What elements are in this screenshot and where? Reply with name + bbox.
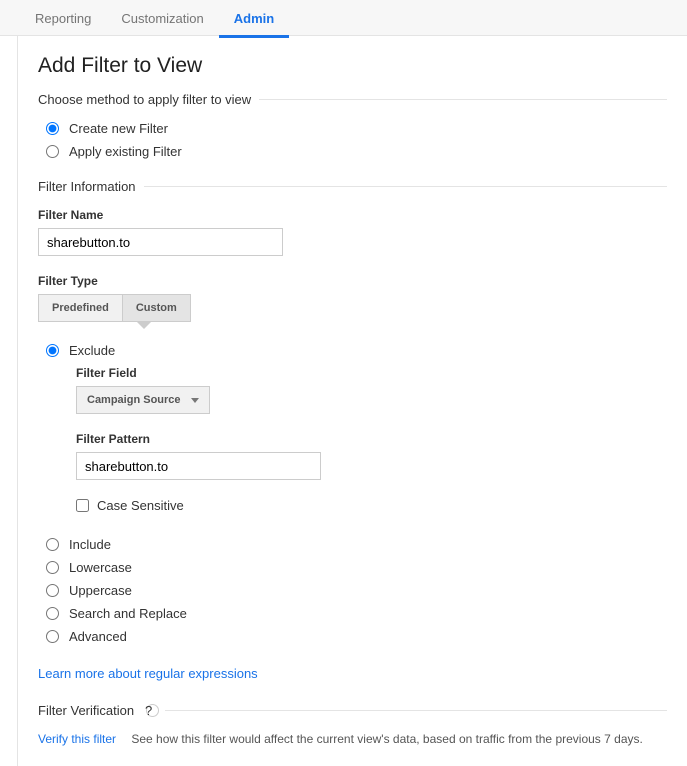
radio-create-new[interactable] (46, 122, 59, 135)
checkbox-case-sensitive[interactable] (76, 499, 89, 512)
radio-uppercase[interactable] (46, 584, 59, 597)
filter-name-input[interactable] (38, 228, 283, 256)
left-rail (0, 36, 18, 766)
filter-type-toggle: Predefined Custom (38, 294, 191, 322)
radio-search-replace[interactable] (46, 607, 59, 620)
label-case-sensitive: Case Sensitive (97, 498, 184, 513)
label-create-new: Create new Filter (69, 121, 168, 136)
top-tabs: Reporting Customization Admin (0, 0, 687, 36)
radio-include[interactable] (46, 538, 59, 551)
label-apply-existing: Apply existing Filter (69, 144, 182, 159)
toggle-predefined[interactable]: Predefined (39, 295, 123, 321)
info-section-header: Filter Information (38, 179, 667, 194)
label-search-replace: Search and Replace (69, 606, 187, 621)
method-section-header: Choose method to apply filter to view (38, 92, 667, 107)
label-uppercase: Uppercase (69, 583, 132, 598)
verification-section-header: Filter Verification ? (38, 703, 667, 718)
label-exclude: Exclude (69, 343, 115, 358)
tab-admin[interactable]: Admin (219, 0, 289, 38)
radio-apply-existing[interactable] (46, 145, 59, 158)
filter-field-label: Filter Field (76, 366, 667, 380)
filter-pattern-input[interactable] (76, 452, 321, 480)
learn-more-link[interactable]: Learn more about regular expressions (38, 666, 258, 681)
radio-advanced[interactable] (46, 630, 59, 643)
chevron-down-icon (191, 398, 199, 403)
filter-type-label: Filter Type (38, 274, 667, 288)
toggle-pointer-icon (137, 322, 151, 329)
label-lowercase: Lowercase (69, 560, 132, 575)
tab-reporting[interactable]: Reporting (20, 0, 106, 36)
filter-name-label: Filter Name (38, 208, 667, 222)
verify-description: See how this filter would affect the cur… (131, 732, 642, 746)
help-icon[interactable]: ? (146, 704, 159, 717)
filter-pattern-label: Filter Pattern (76, 432, 667, 446)
page-title: Add Filter to View (38, 54, 667, 78)
radio-lowercase[interactable] (46, 561, 59, 574)
verify-filter-link[interactable]: Verify this filter (38, 732, 116, 746)
toggle-custom[interactable]: Custom (123, 295, 190, 321)
radio-exclude[interactable] (46, 344, 59, 357)
label-advanced: Advanced (69, 629, 127, 644)
filter-field-dropdown[interactable]: Campaign Source (76, 386, 210, 414)
tab-customization[interactable]: Customization (106, 0, 218, 36)
label-include: Include (69, 537, 111, 552)
